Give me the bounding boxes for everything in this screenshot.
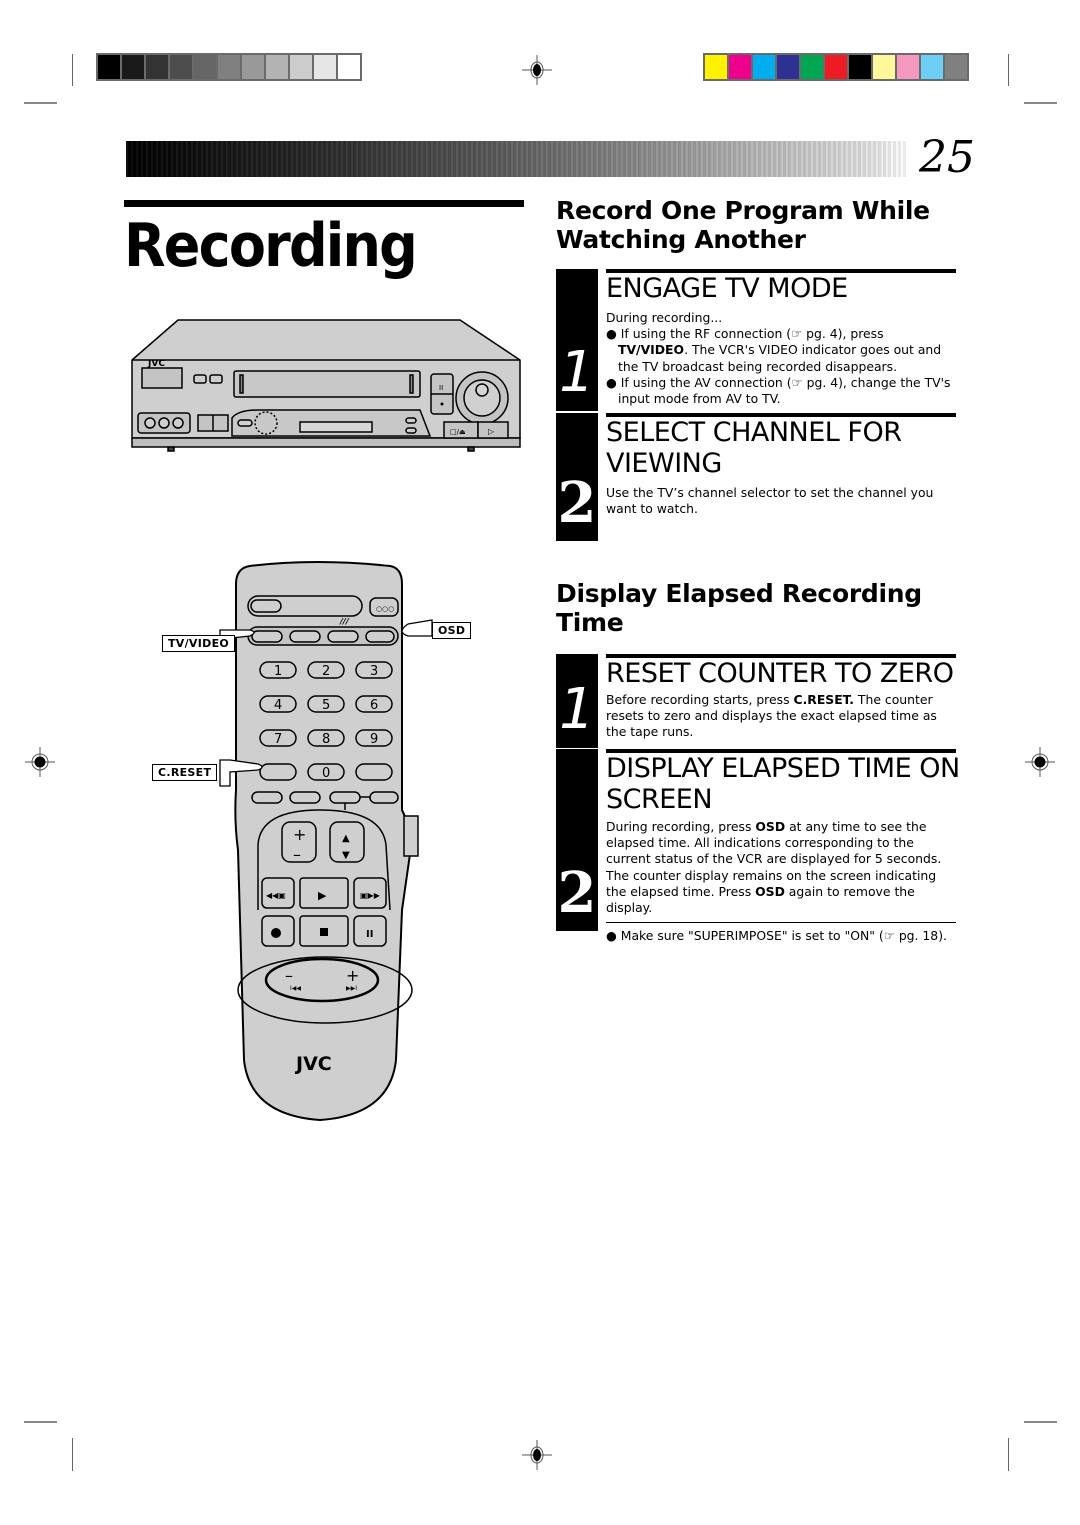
note-superimpose: ● Make sure "SUPERIMPOSE" is set to "ON"…: [606, 928, 947, 944]
registration-mark-icon: [522, 55, 552, 85]
step-number: 1: [556, 269, 598, 411]
step-title: ENGAGE TV MODE: [606, 273, 848, 304]
step-body: During recording, press OSD at any time …: [606, 819, 956, 944]
svg-text:▼: ▼: [342, 850, 350, 861]
tv-video-callout: TV/VIDEO: [162, 635, 236, 652]
grayscale-swatch: [170, 55, 192, 79]
page-title: Recording: [124, 211, 418, 281]
keypad-label: 5: [322, 698, 330, 713]
color-swatch: [873, 55, 895, 79]
crop-mark: [72, 1438, 73, 1471]
pointing-hand-icon: ☞: [791, 374, 803, 390]
color-swatch: [921, 55, 943, 79]
bullet-av-connection: ● If using the AV connection (☞ pg. 4), …: [606, 374, 951, 407]
svg-text:○○○: ○○○: [376, 605, 394, 613]
crop-mark: [24, 102, 57, 104]
step-number: 1: [556, 654, 598, 748]
step-engage-tv-mode: 1 ENGAGE TV MODE During recording... ● I…: [556, 269, 956, 411]
color-swatch: [945, 55, 967, 79]
keypad-label: 3: [370, 664, 378, 679]
svg-text:///: ///: [339, 617, 350, 626]
step-body: Use the TV’s channel selector to set the…: [606, 485, 934, 517]
crop-mark: [24, 1421, 57, 1423]
keypad-label: 0: [322, 766, 330, 781]
grayscale-swatch: [266, 55, 288, 79]
svg-text:+: +: [293, 825, 306, 844]
step-select-channel: 2 SELECT CHANNEL FOR VIEWING Use the TV’…: [556, 413, 956, 541]
keypad-label: 9: [370, 732, 378, 747]
color-swatch: [729, 55, 751, 79]
pointing-hand-icon: ☞: [883, 928, 895, 944]
grayscale-swatch: [218, 55, 240, 79]
grayscale-swatch: [242, 55, 264, 79]
crop-mark: [72, 54, 73, 86]
step-body: During recording... ● If using the RF co…: [606, 310, 956, 407]
registration-mark-icon: [25, 747, 55, 777]
title-rule: [124, 200, 524, 207]
color-swatch: [777, 55, 799, 79]
page-header-gradient-bar: [126, 141, 906, 177]
page-number: 25: [919, 132, 975, 183]
step-number: 2: [556, 749, 598, 931]
color-swatch-bar: [703, 53, 969, 81]
crop-mark: [1008, 54, 1009, 86]
grayscale-swatch: [98, 55, 120, 79]
section-heading-display-elapsed-time: Display Elapsed Recording Time: [556, 579, 922, 637]
color-swatch: [849, 55, 871, 79]
grayscale-swatch: [122, 55, 144, 79]
registration-mark-icon: [1025, 747, 1055, 777]
step-reset-counter: 1 RESET COUNTER TO ZERO Before recording…: [556, 654, 956, 748]
svg-text:–: –: [293, 845, 301, 864]
color-swatch: [801, 55, 823, 79]
svg-text:II: II: [366, 929, 373, 940]
step-display-elapsed-time: 2 DISPLAY ELAPSED TIME ON SCREEN During …: [556, 749, 960, 943]
keypad-label: 1: [274, 664, 282, 679]
step-title: SELECT CHANNEL FOR VIEWING: [606, 417, 902, 479]
crop-mark: [1024, 102, 1057, 104]
keypad-button: [355, 763, 393, 781]
vcr-brand: JVC: [147, 359, 165, 369]
keypad-button: [259, 763, 297, 781]
svg-text:▣▶▶: ▣▶▶: [360, 891, 381, 900]
crop-mark: [1024, 1421, 1057, 1423]
svg-text:–: –: [285, 966, 293, 985]
svg-text:□/⏏: □/⏏: [450, 428, 466, 436]
step-number: 2: [556, 413, 598, 541]
svg-text:I◀◀: I◀◀: [290, 985, 301, 992]
remote-brand: JVC: [294, 1053, 332, 1075]
keypad-label: 2: [322, 664, 330, 679]
color-swatch: [897, 55, 919, 79]
crop-mark: [1008, 1438, 1009, 1471]
color-swatch: [825, 55, 847, 79]
c-reset-callout: C.RESET: [152, 764, 218, 781]
bullet-rf-connection: ● If using the RF connection (☞ pg. 4), …: [606, 326, 942, 374]
vcr-illustration: JVC II □/⏏ ▷: [131, 319, 521, 452]
grayscale-swatch: [290, 55, 312, 79]
pointing-hand-icon: ☞: [791, 326, 803, 342]
keypad-label: 4: [274, 698, 282, 713]
section-heading-record-while-watching: Record One Program While Watching Anothe…: [556, 196, 930, 254]
grayscale-swatch: [338, 55, 360, 79]
svg-text:▲: ▲: [342, 833, 350, 844]
color-swatch: [753, 55, 775, 79]
registration-mark-icon: [522, 1440, 552, 1470]
svg-text:II: II: [439, 384, 443, 392]
step-title: DISPLAY ELAPSED TIME ON SCREEN: [606, 753, 960, 815]
svg-text:◀◀▣: ◀◀▣: [266, 891, 286, 900]
keypad-label: 8: [322, 732, 330, 747]
svg-text:▶: ▶: [318, 889, 327, 902]
grayscale-swatch: [146, 55, 168, 79]
keypad-label: 7: [274, 732, 282, 747]
grayscale-swatch: [314, 55, 336, 79]
svg-text:▷: ▷: [488, 427, 495, 436]
grayscale-swatch-bar: [96, 53, 362, 81]
osd-callout: OSD: [432, 622, 472, 639]
svg-text:+: +: [346, 966, 359, 985]
step-body: Before recording starts, press C.RESET. …: [606, 692, 937, 740]
color-swatch: [705, 55, 727, 79]
step-title: RESET COUNTER TO ZERO: [606, 658, 954, 689]
svg-text:▶▶I: ▶▶I: [346, 985, 357, 992]
keypad-label: 6: [370, 698, 378, 713]
grayscale-swatch: [194, 55, 216, 79]
